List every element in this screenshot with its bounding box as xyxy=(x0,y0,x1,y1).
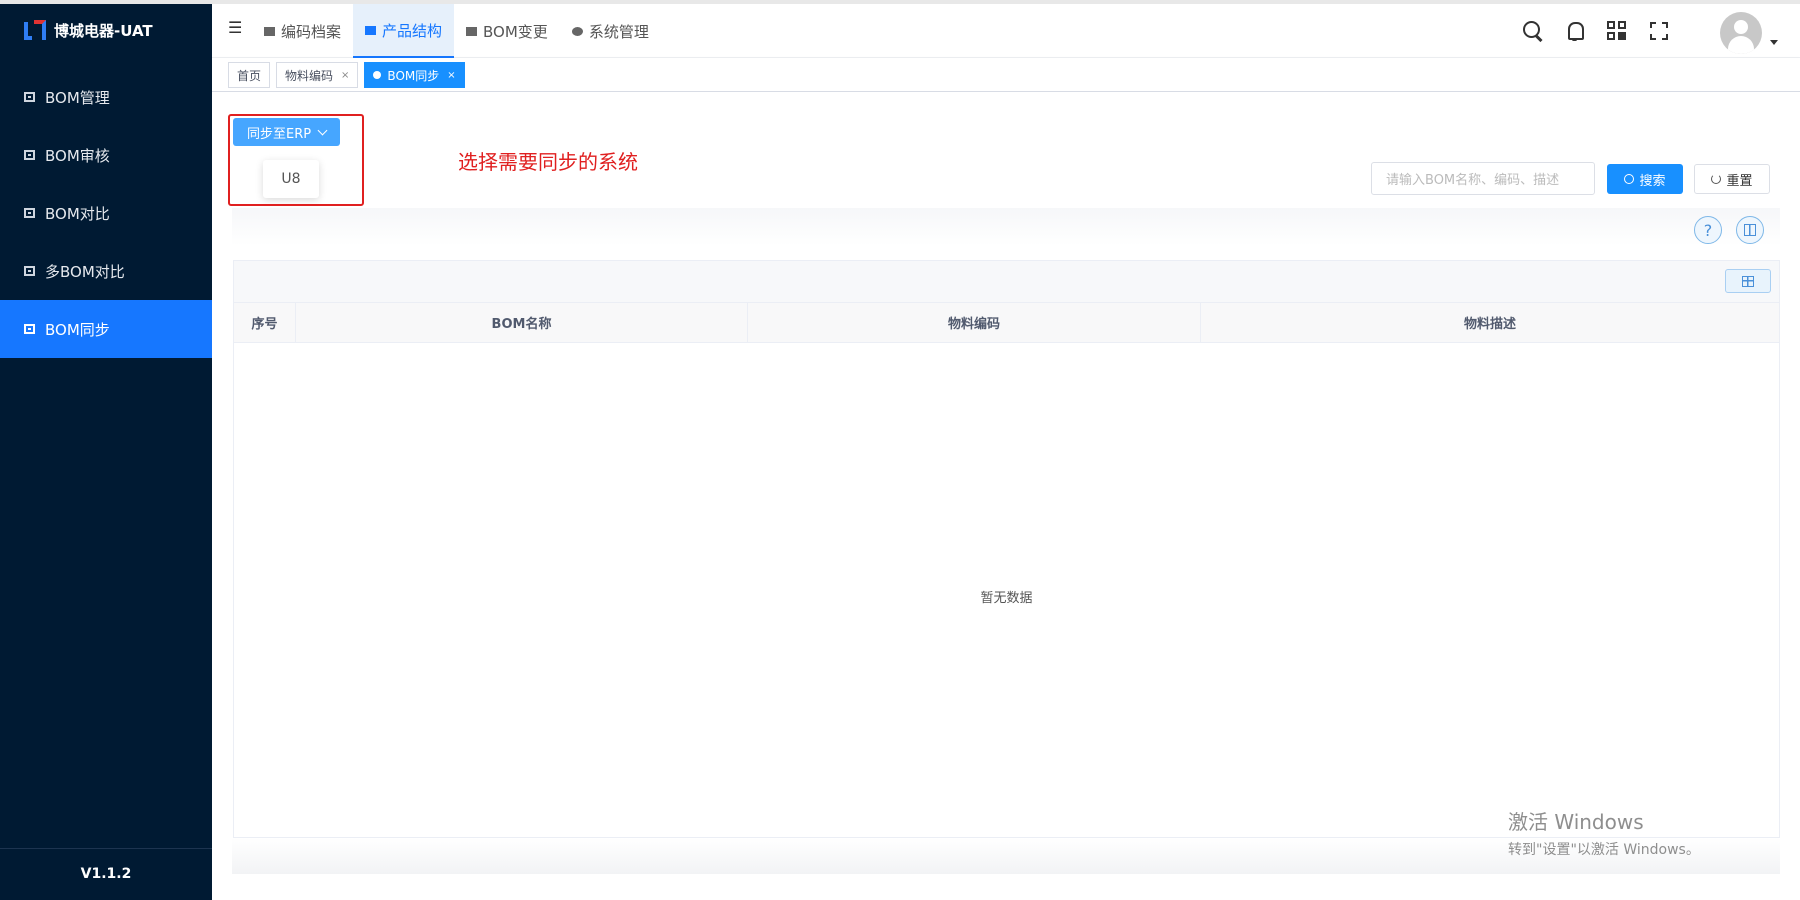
top-header: ☰ 编码档案 产品结构 BOM变更 系统管理 xyxy=(212,0,1800,58)
search-button-label: 搜索 xyxy=(1639,173,1666,189)
search-icon[interactable] xyxy=(1522,20,1544,42)
help-glyph: ? xyxy=(1703,220,1713,240)
search-input[interactable]: 请输入BOM名称、编码、描述 xyxy=(1371,162,1595,195)
column-header-material-desc[interactable]: 物料描述 xyxy=(1201,303,1779,342)
tabs-bar: 首页 物料编码 × BOM同步 × xyxy=(212,58,1800,92)
table-toolbar xyxy=(234,261,1779,303)
app-version: V1.1.2 xyxy=(80,866,132,882)
chart-icon xyxy=(466,26,478,36)
search-icon xyxy=(1624,174,1635,184)
active-dot-icon xyxy=(373,71,382,79)
folder-icon xyxy=(264,26,275,36)
folder-icon xyxy=(24,150,35,160)
avatar[interactable] xyxy=(1720,12,1762,54)
sidebar-menu: BOM管理 BOM审核 BOM对比 多BOM对比 BOM同步 xyxy=(0,68,212,358)
sidebar-item-bom-review[interactable]: BOM审核 xyxy=(0,126,212,184)
nav-item-code-archive[interactable]: 编码档案 xyxy=(252,4,353,58)
empty-state-text: 暂无数据 xyxy=(980,591,1033,606)
sidebar-divider xyxy=(0,848,212,849)
reset-button-label: 重置 xyxy=(1726,173,1753,189)
windows-activation-watermark: 激活 Windows 转到"设置"以激活 Windows。 xyxy=(1508,806,1700,859)
layout-toggle-icon[interactable] xyxy=(1725,269,1771,293)
toolbar-strip xyxy=(232,208,1780,246)
nav-item-label: 编码档案 xyxy=(281,22,342,41)
sidebar-item-label: BOM审核 xyxy=(45,146,110,165)
tab-label: 首页 xyxy=(237,68,262,83)
help-icon[interactable]: ? xyxy=(1694,216,1722,244)
nav-item-label: 系统管理 xyxy=(588,22,649,41)
column-header-index[interactable]: 序号 xyxy=(234,303,296,342)
sidebar-item-bom-sync[interactable]: BOM同步 xyxy=(0,300,212,358)
tab-label: 物料编码 xyxy=(285,68,334,83)
sidebar-item-multi-bom-compare[interactable]: 多BOM对比 xyxy=(0,242,212,300)
folder-icon xyxy=(24,324,35,334)
top-nav: 编码档案 产品结构 BOM变更 系统管理 xyxy=(252,4,661,58)
nav-item-system-management[interactable]: 系统管理 xyxy=(560,4,661,58)
sidebar-item-bom-management[interactable]: BOM管理 xyxy=(0,68,212,126)
nav-item-label: 产品结构 xyxy=(382,21,443,40)
tab-label: BOM同步 xyxy=(387,68,440,83)
header-icons xyxy=(1522,20,1670,42)
nav-item-label: BOM变更 xyxy=(483,22,548,41)
logo-icon xyxy=(22,18,48,42)
folder-icon xyxy=(24,208,35,218)
menu-fold-icon[interactable]: ☰ xyxy=(228,18,242,37)
folder-icon xyxy=(24,266,35,276)
sidebar-top-line xyxy=(0,0,212,4)
tab-bom-sync[interactable]: BOM同步 × xyxy=(364,62,465,88)
nav-item-bom-change[interactable]: BOM变更 xyxy=(454,4,560,58)
annotation-text: 选择需要同步的系统 xyxy=(458,150,638,174)
column-header-bom-name[interactable]: BOM名称 xyxy=(296,303,748,342)
sidebar-item-bom-compare[interactable]: BOM对比 xyxy=(0,184,212,242)
sidebar-item-label: BOM管理 xyxy=(45,88,110,107)
gear-icon xyxy=(571,26,583,36)
app-logo[interactable]: 博城电器-UAT xyxy=(22,18,153,42)
column-header-material-code[interactable]: 物料编码 xyxy=(748,303,1201,342)
search-button[interactable]: 搜索 xyxy=(1607,164,1683,194)
table-header: 序号 BOM名称 物料编码 物料描述 xyxy=(234,303,1779,343)
search-placeholder: 请输入BOM名称、编码、描述 xyxy=(1386,173,1560,188)
folder-icon xyxy=(24,92,35,102)
sidebar-item-label: BOM对比 xyxy=(45,204,110,223)
annotation-highlight-box xyxy=(228,114,364,206)
caret-down-icon[interactable] xyxy=(1770,40,1778,45)
reset-button[interactable]: 重置 xyxy=(1694,164,1770,194)
sidebar-item-label: 多BOM对比 xyxy=(45,262,125,281)
nav-item-product-structure[interactable]: 产品结构 xyxy=(353,4,455,58)
bell-icon[interactable] xyxy=(1564,20,1586,42)
tab-home[interactable]: 首页 xyxy=(228,62,271,88)
close-icon[interactable]: × xyxy=(447,70,455,81)
qrcode-icon[interactable] xyxy=(1606,20,1628,42)
watermark-line1: 激活 Windows xyxy=(1508,810,1644,834)
layers-icon xyxy=(365,25,377,35)
app-title: 博城电器-UAT xyxy=(54,21,153,40)
sidebar-item-label: BOM同步 xyxy=(45,320,110,339)
refresh-icon xyxy=(1711,174,1722,184)
tab-material-code[interactable]: 物料编码 × xyxy=(276,62,359,88)
close-icon[interactable]: × xyxy=(341,70,349,81)
watermark-line2: 转到"设置"以激活 Windows。 xyxy=(1508,842,1700,858)
main-content: 同步至ERP U8 选择需要同步的系统 请输入BOM名称、编码、描述 搜索 重置… xyxy=(212,92,1800,900)
fullscreen-icon[interactable] xyxy=(1648,20,1670,42)
data-table: 序号 BOM名称 物料编码 物料描述 暂无数据 xyxy=(233,260,1780,838)
sidebar: 博城电器-UAT BOM管理 BOM审核 BOM对比 多BOM对比 BOM同步 … xyxy=(0,0,212,900)
open-tabs: 首页 物料编码 × BOM同步 × xyxy=(228,62,465,88)
column-settings-icon[interactable] xyxy=(1736,216,1764,244)
